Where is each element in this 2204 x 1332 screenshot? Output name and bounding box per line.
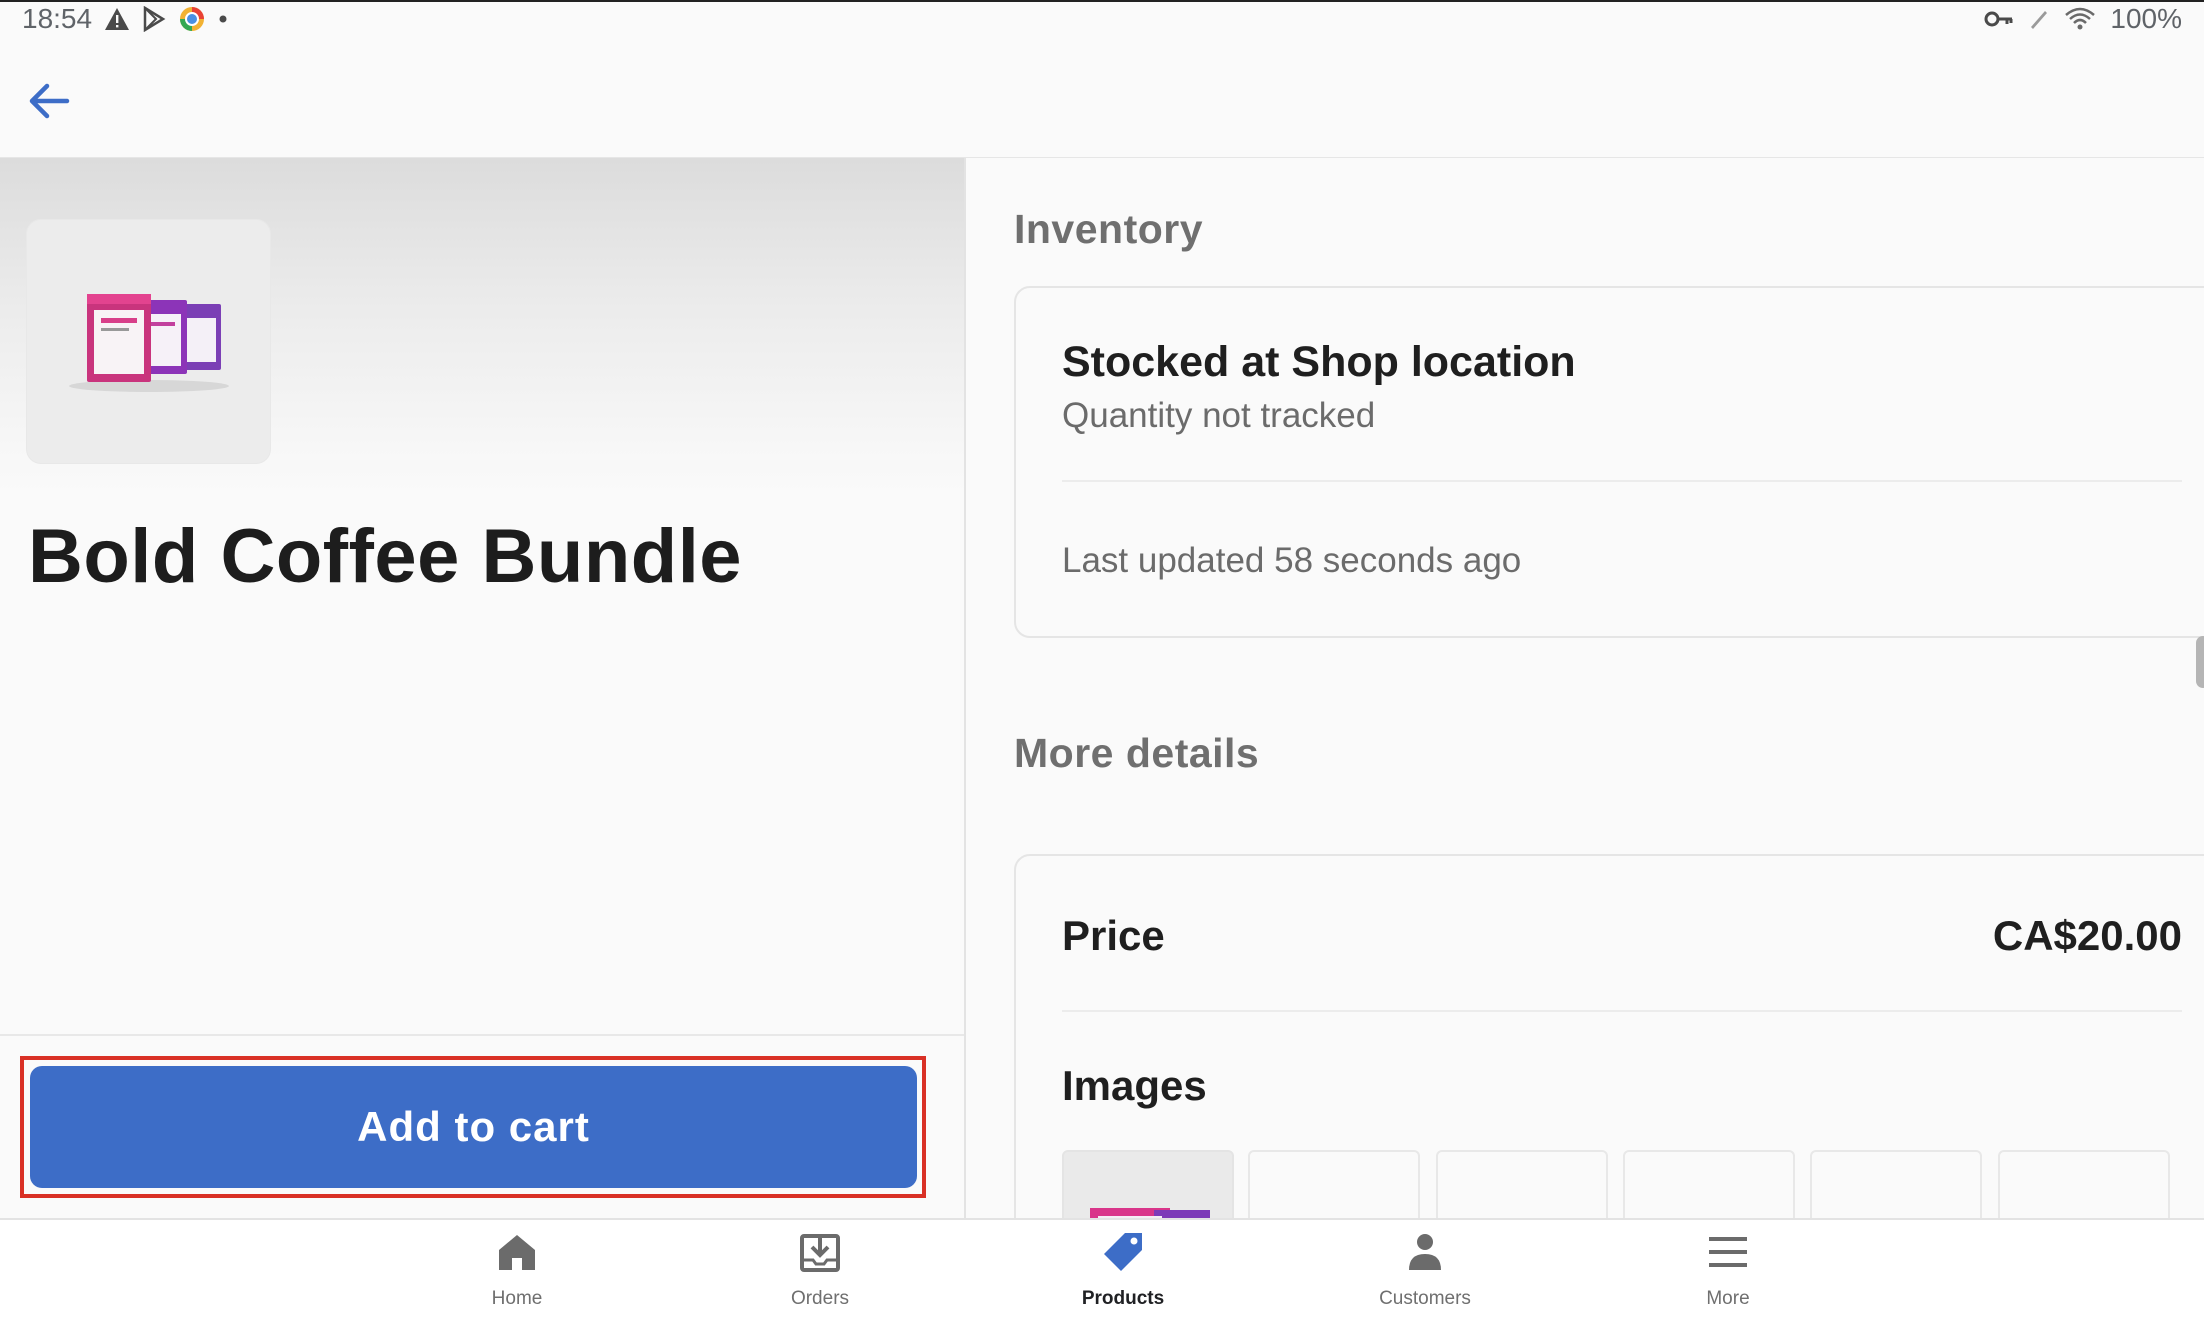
nav-products[interactable]: Products: [1043, 1228, 1203, 1328]
image-slot-5[interactable]: [1810, 1150, 1982, 1218]
back-button[interactable]: [20, 72, 78, 130]
stock-location-title: Stocked at Shop location: [1062, 338, 1576, 386]
details-card: Price CA$20.00 Images: [1014, 854, 2204, 1218]
nav-label-products: Products: [1081, 1288, 1165, 1309]
status-bar: 18:54 100%: [0, 0, 2204, 36]
nav-label-orders: Orders: [790, 1288, 850, 1309]
nav-label-home: Home: [491, 1288, 543, 1309]
pen-icon: [2028, 4, 2050, 34]
product-details-panel: Inventory Stocked at Shop location Quant…: [968, 158, 2204, 1218]
image-slot-4[interactable]: [1623, 1150, 1795, 1218]
nav-home[interactable]: Home: [437, 1228, 597, 1328]
top-app-bar: [0, 36, 2204, 158]
image-slot-1[interactable]: [1062, 1150, 1234, 1218]
battery-percent: 100%: [2110, 3, 2182, 34]
last-updated-text: Last updated 58 seconds ago: [1062, 541, 1522, 580]
orders-icon: [796, 1228, 844, 1276]
tag-icon: [1099, 1228, 1147, 1276]
nav-more[interactable]: More: [1648, 1228, 1808, 1328]
play-store-icon: [142, 4, 166, 34]
alert-icon: [104, 4, 130, 34]
wifi-icon: [2064, 4, 2096, 34]
price-value: CA$20.00: [1992, 912, 2182, 959]
inventory-divider: [1062, 480, 2182, 482]
bottom-navigation: Home Orders Products Customers More: [0, 1218, 2204, 1332]
browser-icon: [178, 4, 206, 34]
inventory-card[interactable]: Stocked at Shop location Quantity not tr…: [1014, 286, 2204, 638]
key-icon: [1984, 4, 2014, 34]
quantity-status: Quantity not tracked: [1062, 396, 1376, 435]
details-divider: [1062, 1010, 2182, 1012]
status-right: 100%: [1984, 3, 2182, 35]
nav-label-more: More: [1706, 1288, 1750, 1309]
home-icon: [493, 1228, 541, 1276]
image-slot-2[interactable]: [1248, 1150, 1420, 1218]
status-left: 18:54: [22, 3, 228, 35]
dot-icon: [218, 4, 228, 34]
status-time: 18:54: [22, 3, 93, 34]
coffee-bag-image: [1090, 1208, 1210, 1218]
scrollbar-handle[interactable]: [2196, 636, 2204, 688]
product-title: Bold Coffee Bundle: [28, 514, 743, 599]
menu-icon: [1704, 1228, 1752, 1276]
image-slot-6[interactable]: [1998, 1150, 2170, 1218]
more-details-heading: More details: [1014, 730, 1260, 776]
add-to-cart-button[interactable]: Add to cart: [30, 1066, 917, 1188]
arrow-left-icon: [29, 83, 70, 119]
image-slot-3[interactable]: [1436, 1150, 1608, 1218]
person-icon: [1401, 1228, 1449, 1276]
cart-divider: [0, 1034, 964, 1036]
coffee-bags-image: [68, 293, 229, 392]
product-summary-panel: Bold Coffee Bundle Add to cart: [0, 158, 966, 1218]
nav-label-customers: Customers: [1379, 1288, 1471, 1309]
app-screen: 18:54 100% Bold Coffee Bundle Add to car…: [0, 0, 2204, 1332]
images-label: Images: [1062, 1062, 1207, 1109]
nav-customers[interactable]: Customers: [1345, 1228, 1505, 1328]
price-label: Price: [1062, 912, 1165, 959]
inventory-heading: Inventory: [1014, 206, 1204, 252]
product-thumbnail[interactable]: [27, 220, 270, 463]
nav-orders[interactable]: Orders: [740, 1228, 900, 1328]
